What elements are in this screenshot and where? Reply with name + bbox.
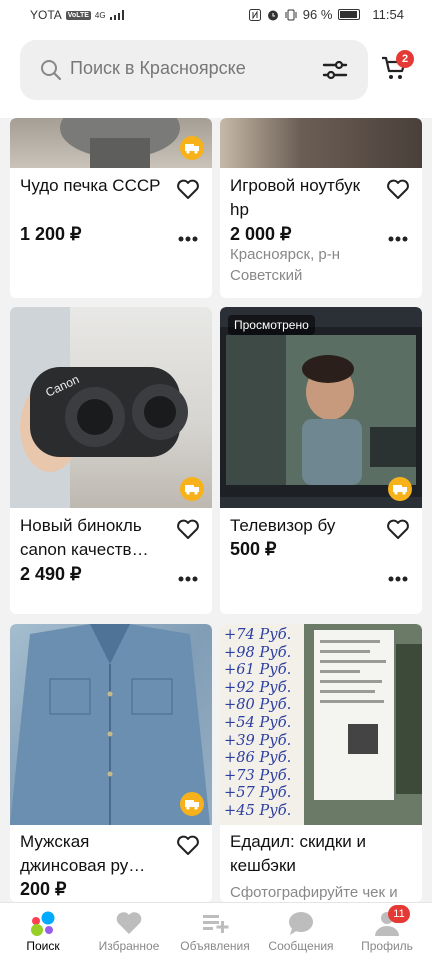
delivery-icon (180, 477, 204, 501)
chat-bubble-icon (289, 912, 313, 935)
listing-photo[interactable] (220, 118, 422, 168)
favorite-heart-icon[interactable] (176, 518, 200, 540)
nav-label: Сообщения (268, 939, 334, 953)
delivery-icon (180, 792, 204, 816)
listing-location: Красноярск, р-н Советский (230, 246, 341, 284)
nav-messages[interactable]: Сообщения (258, 903, 344, 961)
filter-icon[interactable] (322, 58, 348, 82)
avito-logo-icon (31, 911, 55, 936)
listing-card[interactable]: Мужская джинсовая ру… 200 ₽ (10, 624, 212, 902)
favorite-heart-icon[interactable] (386, 518, 410, 540)
listing-price: 2 000 ₽ (230, 224, 292, 244)
more-options-icon[interactable] (388, 236, 408, 242)
nav-label: Объявления (180, 939, 250, 953)
listing-price: 1 200 ₽ (20, 224, 82, 244)
listing-card[interactable]: Игровой ноутбук hp 2 000 ₽ Красноярск, р… (220, 118, 422, 298)
listing-title[interactable]: Чудо печка СССР (20, 174, 170, 198)
ad-card[interactable]: +74 Руб. +98 Руб. +61 Руб. +92 Руб. +80 … (220, 624, 422, 902)
battery-icon (338, 9, 361, 20)
battery-percent: 96 % (302, 7, 333, 22)
listing-price: 500 ₽ (230, 539, 277, 559)
more-options-icon[interactable] (178, 576, 198, 582)
listing-price: 200 ₽ (20, 879, 67, 899)
clock: 11:54 (372, 7, 404, 22)
receipt-photo (304, 624, 422, 825)
status-bar: YOTA VoLTE 4G 96 % 11:54 (0, 0, 432, 30)
nfc-icon (248, 8, 261, 21)
favorite-heart-icon[interactable] (386, 178, 410, 200)
listing-card[interactable]: Чудо печка СССР 1 200 ₽ (10, 118, 212, 298)
listing-title[interactable]: Мужская джинсовая ру… (20, 830, 170, 878)
ad-photo[interactable]: +74 Руб. +98 Руб. +61 Руб. +92 Руб. +80 … (220, 624, 422, 825)
top-header: Поиск в Красноярске 2 (0, 30, 432, 118)
delivery-icon (388, 477, 412, 501)
add-listing-icon (203, 915, 229, 933)
listing-title[interactable]: Телевизор бу (230, 514, 380, 538)
heart-icon (116, 912, 142, 934)
ad-title[interactable]: Едадил: скидки и кешбэки (230, 830, 410, 878)
bottom-navigation: Поиск Избранное Объявления Сообщения Про… (0, 902, 432, 961)
signal-icon (109, 10, 124, 20)
profile-notification-badge: 11 (388, 905, 410, 923)
nav-search[interactable]: Поиск (0, 903, 86, 961)
alarm-icon (267, 10, 278, 20)
ad-description: Сфотографируйте чек и (230, 884, 398, 901)
more-options-icon[interactable] (178, 236, 198, 242)
vibrate-icon (285, 9, 297, 20)
nav-favorites[interactable]: Избранное (86, 903, 172, 961)
nav-profile[interactable]: Профиль (344, 903, 430, 961)
listing-price: 2 490 ₽ (20, 564, 82, 584)
search-bar[interactable]: Поиск в Красноярске (20, 40, 368, 100)
network-type: 4G (94, 10, 106, 20)
listing-title[interactable]: Новый бинокль canon качеств… (20, 514, 170, 562)
nav-label: Профиль (361, 939, 413, 953)
more-options-icon[interactable] (388, 576, 408, 582)
nav-label: Поиск (26, 939, 60, 953)
cart-count-badge: 2 (396, 50, 414, 68)
nav-label: Избранное (98, 939, 160, 953)
nav-listings[interactable]: Объявления (172, 903, 258, 961)
carrier-name: YOTA (30, 8, 62, 22)
favorite-heart-icon[interactable] (176, 834, 200, 856)
volte-badge: VoLTE (65, 10, 91, 20)
viewed-label: Просмотрено (228, 315, 315, 335)
listing-title[interactable]: Игровой ноутбук hp (230, 174, 380, 222)
listing-card[interactable]: Canon Новый бинокль canon качеств… 2 490… (10, 307, 212, 614)
favorite-heart-icon[interactable] (176, 178, 200, 200)
search-icon (41, 60, 62, 81)
search-placeholder[interactable]: Поиск в Красноярске (70, 58, 246, 79)
listing-card[interactable]: Просмотрено Телевизор бу 500 ₽ (220, 307, 422, 614)
delivery-icon (180, 136, 204, 160)
